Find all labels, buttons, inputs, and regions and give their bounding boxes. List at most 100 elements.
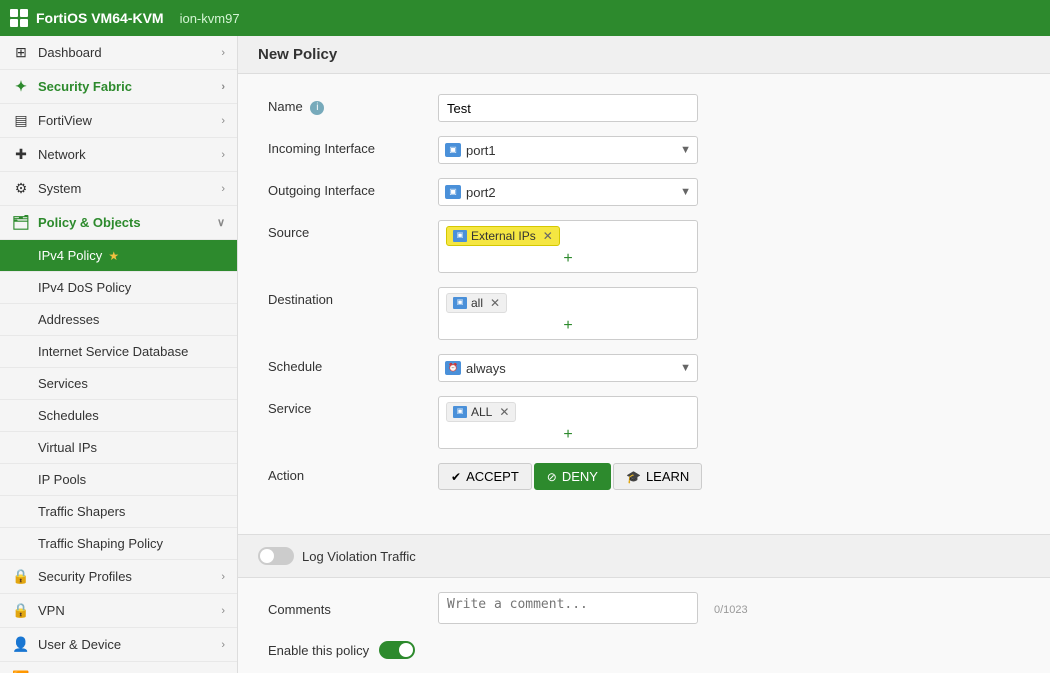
address-icon: ▣ xyxy=(453,230,467,242)
sidebar-item-network[interactable]: ✚ Network › xyxy=(0,138,237,172)
sidebar-item-policy-objects[interactable]: 🗂 Policy & Objects ∨ xyxy=(0,206,237,240)
sidebar-item-label: IPv4 Policy xyxy=(38,248,102,263)
security-fabric-icon: ✦ xyxy=(12,78,30,95)
name-input[interactable]: Test xyxy=(438,94,698,122)
source-label: Source xyxy=(268,220,438,240)
sidebar-item-label: System xyxy=(38,181,81,196)
source-tag-box[interactable]: ▣ External IPs ✕ + xyxy=(438,220,698,273)
char-count: 0/1023 xyxy=(714,604,748,616)
incoming-interface-select[interactable]: ▣ port1 ▼ xyxy=(438,136,698,164)
service-tag-close[interactable]: ✕ xyxy=(499,405,509,419)
chevron-right-icon: › xyxy=(221,605,225,617)
sidebar-item-internet-service-db[interactable]: Internet Service Database xyxy=(0,336,237,368)
enable-policy-toggle[interactable] xyxy=(379,641,415,659)
dashboard-icon: ⊞ xyxy=(12,44,30,61)
app-logo: FortiOS VM64-KVM xyxy=(10,9,164,27)
interface-icon: ▣ xyxy=(445,143,461,157)
deny-icon: ⊘ xyxy=(547,470,557,484)
star-icon: ★ xyxy=(108,249,119,263)
address-icon: ▣ xyxy=(453,297,467,309)
log-violation-section: Log Violation Traffic xyxy=(238,534,1050,578)
sidebar-item-label: Traffic Shaping Policy xyxy=(38,536,163,551)
interface-icon: ▣ xyxy=(445,185,461,199)
outgoing-interface-select[interactable]: ▣ port2 ▼ xyxy=(438,178,698,206)
schedule-icon: ⏰ xyxy=(445,361,461,375)
destination-tag-box[interactable]: ▣ all ✕ + xyxy=(438,287,698,340)
source-tag: ▣ External IPs ✕ xyxy=(446,226,560,246)
sidebar-item-services[interactable]: Services xyxy=(0,368,237,400)
policy-icon: 🗂 xyxy=(12,214,30,231)
info-icon: i xyxy=(310,101,324,115)
destination-row: Destination ▣ all ✕ + xyxy=(268,287,1020,340)
sidebar-item-label: Dashboard xyxy=(38,45,102,60)
action-buttons: ✔ ACCEPT ⊘ DENY 🎓 LEARN xyxy=(438,463,698,490)
sidebar-item-label: Security Profiles xyxy=(38,569,132,584)
action-row: Action ✔ ACCEPT ⊘ DENY 🎓 LEARN xyxy=(268,463,1020,490)
chevron-right-icon: › xyxy=(221,183,225,195)
schedule-value: always xyxy=(466,361,506,376)
learn-icon: 🎓 xyxy=(626,470,641,484)
fortiview-icon: ▤ xyxy=(12,112,30,129)
sidebar-item-security-fabric[interactable]: ✦ Security Fabric › xyxy=(0,70,237,104)
sidebar-item-label: Services xyxy=(38,376,88,391)
source-tag-close[interactable]: ✕ xyxy=(543,229,553,243)
sidebar-item-schedules[interactable]: Schedules xyxy=(0,400,237,432)
sidebar-item-label: User & Device xyxy=(38,637,121,652)
incoming-interface-row: Incoming Interface ▣ port1 ▼ xyxy=(268,136,1020,164)
action-label: Action xyxy=(268,463,438,483)
service-tag-box[interactable]: ▣ ALL ✕ + xyxy=(438,396,698,449)
outgoing-interface-row: Outgoing Interface ▣ port2 ▼ xyxy=(268,178,1020,206)
sidebar-item-wifi-switch[interactable]: 📶 WiFi & Switch Controller › xyxy=(0,662,237,673)
sidebar-item-security-profiles[interactable]: 🔒 Security Profiles › xyxy=(0,560,237,594)
name-label: Name xyxy=(268,99,303,114)
log-violation-toggle[interactable] xyxy=(258,547,294,565)
destination-add-button[interactable]: + xyxy=(445,317,691,335)
sidebar-item-system[interactable]: ⚙ System › xyxy=(0,172,237,206)
page-title: New Policy xyxy=(238,36,1050,74)
service-add-button[interactable]: + xyxy=(445,426,691,444)
service-row: Service ▣ ALL ✕ + xyxy=(268,396,1020,449)
comments-input[interactable] xyxy=(438,592,698,624)
sidebar-item-user-device[interactable]: 👤 User & Device › xyxy=(0,628,237,662)
system-icon: ⚙ xyxy=(12,180,30,197)
chevron-down-icon: ▼ xyxy=(680,144,691,156)
sidebar-item-ip-pools[interactable]: IP Pools xyxy=(0,464,237,496)
sidebar-item-traffic-shaping-policy[interactable]: Traffic Shaping Policy xyxy=(0,528,237,560)
log-violation-label: Log Violation Traffic xyxy=(302,549,416,564)
chevron-right-icon: › xyxy=(221,149,225,161)
enable-label: Enable this policy xyxy=(268,643,369,658)
sidebar-item-label: Policy & Objects xyxy=(38,215,141,230)
sidebar-item-traffic-shapers[interactable]: Traffic Shapers xyxy=(0,496,237,528)
security-profiles-icon: 🔒 xyxy=(12,568,30,585)
chevron-right-icon: › xyxy=(221,639,225,651)
sidebar-item-addresses[interactable]: Addresses xyxy=(0,304,237,336)
sidebar-item-dashboard[interactable]: ⊞ Dashboard › xyxy=(0,36,237,70)
sidebar-item-label: Schedules xyxy=(38,408,99,423)
outgoing-interface-label: Outgoing Interface xyxy=(268,178,438,198)
sidebar-item-label: IP Pools xyxy=(38,472,86,487)
sidebar-item-ipv4-policy[interactable]: IPv4 Policy ★ xyxy=(0,240,237,272)
enable-policy-row: Enable this policy xyxy=(238,641,1050,659)
checkmark-icon: ✔ xyxy=(451,470,461,484)
name-row: Name i Test xyxy=(268,94,1020,122)
sidebar-item-vpn[interactable]: 🔒 VPN › xyxy=(0,594,237,628)
chevron-right-icon: › xyxy=(221,47,225,59)
sidebar-item-virtual-ips[interactable]: Virtual IPs xyxy=(0,432,237,464)
user-device-icon: 👤 xyxy=(12,636,30,653)
sidebar-item-label: Virtual IPs xyxy=(38,440,97,455)
sidebar-item-fortiview[interactable]: ▤ FortiView › xyxy=(0,104,237,138)
learn-button[interactable]: 🎓 LEARN xyxy=(613,463,702,490)
hostname: ion-kvm97 xyxy=(180,11,240,26)
comments-label: Comments xyxy=(268,602,426,617)
deny-button[interactable]: ⊘ DENY xyxy=(534,463,611,490)
schedule-row: Schedule ⏰ always ▼ xyxy=(268,354,1020,382)
destination-label: Destination xyxy=(268,287,438,307)
sidebar-item-ipv4-dos-policy[interactable]: IPv4 DoS Policy xyxy=(0,272,237,304)
sidebar-item-label: Internet Service Database xyxy=(38,344,188,359)
sidebar-item-label: Traffic Shapers xyxy=(38,504,125,519)
source-add-button[interactable]: + xyxy=(445,250,691,268)
sidebar-item-label: Network xyxy=(38,147,86,162)
accept-button[interactable]: ✔ ACCEPT xyxy=(438,463,532,490)
destination-tag-close[interactable]: ✕ xyxy=(490,296,500,310)
schedule-select[interactable]: ⏰ always ▼ xyxy=(438,354,698,382)
